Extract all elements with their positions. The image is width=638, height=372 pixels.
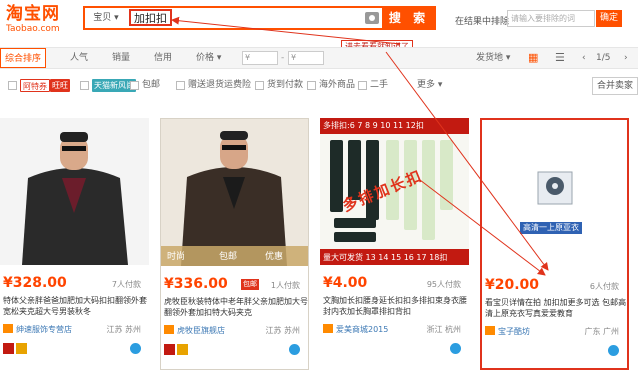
video-caption: 高清一上原亚衣 xyxy=(520,222,582,234)
search-input[interactable]: 加扣扣 xyxy=(129,8,399,28)
search-category-select[interactable]: 宝贝 ▾ xyxy=(87,10,125,26)
guarantee-icon xyxy=(177,344,188,355)
price-max-input[interactable]: ¥ xyxy=(288,51,324,65)
filter-bar: 阿特券 旺旺 天猫新风尚 包邮 赠送退货运费险 货到付款 海外商品 二手 更多 … xyxy=(0,77,638,95)
product-image[interactable] xyxy=(0,118,149,265)
search-query: 加扣扣 xyxy=(129,9,172,26)
filter-overseas: 海外商品 xyxy=(319,80,356,90)
search-bar: 宝贝 ▾ 加扣扣 搜 索 xyxy=(83,6,436,30)
merge-sellers-button[interactable]: 合并卖家 xyxy=(592,77,638,95)
shop-badges xyxy=(3,343,29,355)
product-title[interactable]: 看宝贝详情在拍 加扣加更多可选 包邮高清上原充衣写真爱爱教育 xyxy=(485,297,630,321)
prev-page-icon[interactable]: ‹ xyxy=(582,48,586,68)
payment-count: 95人付款 xyxy=(426,280,461,289)
checkbox-second-hand[interactable] xyxy=(358,81,367,90)
shop-name[interactable]: 宝子酷坊 xyxy=(485,326,530,337)
filter-second-hand: 二手 xyxy=(370,80,389,90)
checkbox-tmall[interactable] xyxy=(80,81,89,90)
coupon-tag: 阿特券 xyxy=(20,79,50,92)
next-page-icon[interactable]: › xyxy=(624,48,628,68)
logo-en: Taobao.com xyxy=(6,24,60,34)
tab-credit[interactable]: 信用 xyxy=(154,48,172,68)
taobao-logo[interactable]: 淘宝网 Taobao.com xyxy=(6,4,76,36)
tab-price[interactable]: 价格 ▾ xyxy=(196,48,221,68)
product-image[interactable]: 多排扣:6 7 8 9 10 11 12扣 量大可发货 13 14 15 16 … xyxy=(320,118,469,265)
gold-seller-icon xyxy=(3,343,14,354)
product-card[interactable]: 多排扣:6 7 8 9 10 11 12扣 量大可发货 13 14 15 16 … xyxy=(320,118,469,370)
shop-location: 江苏 苏州 xyxy=(106,325,141,334)
exclude-input[interactable]: 请输入要排除的词 xyxy=(507,10,595,27)
wangwang-chat-icon[interactable] xyxy=(450,343,461,354)
shop-badges xyxy=(164,344,190,356)
checkbox-overseas[interactable] xyxy=(307,81,316,90)
tab-popularity[interactable]: 人气 xyxy=(70,48,88,68)
product-title[interactable]: 虎牧臣秋装特体中老年胖父亲加肥加大号翻领外套加扣特大码夹克 xyxy=(164,296,309,320)
wangwang-tag: 旺旺 xyxy=(50,79,70,92)
checkbox-return-insurance[interactable] xyxy=(176,81,185,90)
search-button[interactable]: 搜 索 xyxy=(382,6,436,30)
image-banner-top: 多排扣:6 7 8 9 10 11 12扣 xyxy=(323,121,424,130)
list-view-icon[interactable]: ☰ xyxy=(555,48,565,68)
filter-more[interactable]: 更多 ▾ xyxy=(417,78,442,92)
shop-name[interactable]: 爱美商城2015 xyxy=(323,324,388,335)
filter-free-shipping: 包邮 xyxy=(142,80,161,90)
camera-icon[interactable] xyxy=(365,12,379,24)
product-title[interactable]: 特体父亲胖爸爸加肥加大码扣扣翻领外套宽松夹克超大号男装秋冬 xyxy=(3,295,148,319)
image-tag-left: 时尚 xyxy=(167,252,186,262)
checkbox-free-shipping[interactable] xyxy=(130,81,139,90)
product-title[interactable]: 文胸加长扣腰身延长扣扣多排扣束身衣腰封内衣加长胸罩排扣背扣 xyxy=(323,295,468,319)
tab-sales[interactable]: 销量 xyxy=(112,48,130,68)
tmall-icon xyxy=(164,344,175,355)
checkbox-cod[interactable] xyxy=(255,81,264,90)
product-card[interactable]: 时尚 包邮 优惠 ¥336.00 包邮 1人付款 虎牧臣秋装特体中老年胖父亲加肥… xyxy=(160,118,309,370)
filter-cod: 货到付款 xyxy=(267,80,304,90)
wangwang-chat-icon[interactable] xyxy=(130,343,141,354)
ship-from-select[interactable]: 发货地 ▾ xyxy=(476,48,510,68)
logo-cn: 淘宝网 xyxy=(6,4,60,24)
exclude-label: 在结果中排除 xyxy=(455,17,510,27)
price-dash: - xyxy=(281,53,285,63)
filter-return-insurance: 赠送退货运费险 xyxy=(188,80,252,90)
price-min-input[interactable]: ¥ xyxy=(242,51,278,65)
grid-view-icon[interactable]: ▦ xyxy=(528,48,538,68)
exclude-confirm-button[interactable]: 确定 xyxy=(596,10,622,27)
shop-location: 浙江 杭州 xyxy=(426,325,461,334)
tab-comprehensive[interactable]: 综合排序 xyxy=(0,48,47,68)
product-image[interactable]: 高清一上原亚衣 xyxy=(482,120,631,267)
product-price: ¥20.00 xyxy=(485,277,540,293)
product-price: ¥336.00 xyxy=(164,276,228,292)
product-price: ¥328.00 xyxy=(3,275,67,291)
free-shipping-badge: 包邮 xyxy=(241,279,259,290)
product-price: ¥4.00 xyxy=(323,275,368,291)
wangwang-chat-icon[interactable] xyxy=(289,344,300,355)
shop-location: 江苏 苏州 xyxy=(265,326,300,335)
payment-count: 7人付款 xyxy=(111,280,141,289)
shop-name[interactable]: 虎牧臣旗舰店 xyxy=(164,325,225,336)
guarantee-icon xyxy=(16,343,27,354)
product-image[interactable]: 时尚 包邮 优惠 xyxy=(161,119,310,266)
payment-count: 1人付款 xyxy=(270,281,300,290)
checkbox-coupon[interactable] xyxy=(8,81,17,90)
shop-name[interactable]: 绅速服饰专营店 xyxy=(3,324,72,335)
product-card[interactable]: 高清一上原亚衣 ¥20.00 6人付款 看宝贝详情在拍 加扣加更多可选 包邮高清… xyxy=(480,118,629,370)
wangwang-chat-icon[interactable] xyxy=(608,345,619,356)
header: 淘宝网 Taobao.com 宝贝 ▾ 加扣扣 搜 索 在结果中排除 请输入要排… xyxy=(0,0,638,40)
product-card[interactable]: ¥328.00 7人付款 特体父亲胖爸爸加肥加大码扣扣翻领外套宽松夹克超大号男装… xyxy=(0,118,149,370)
shop-location: 广东 广州 xyxy=(584,327,619,336)
sort-bar: 综合排序 人气 销量 信用 价格 ▾ ¥ - ¥ 发货地 ▾ ▦ ☰ ‹ 1/5… xyxy=(0,47,638,69)
image-tag-right: 优惠 xyxy=(265,252,284,262)
image-tag-mid: 包邮 xyxy=(219,252,238,262)
payment-count: 6人付款 xyxy=(589,282,619,291)
page-indicator: 1/5 xyxy=(596,53,611,63)
image-banner-bottom: 量大可发货 13 14 15 16 17 18扣 xyxy=(323,253,448,262)
